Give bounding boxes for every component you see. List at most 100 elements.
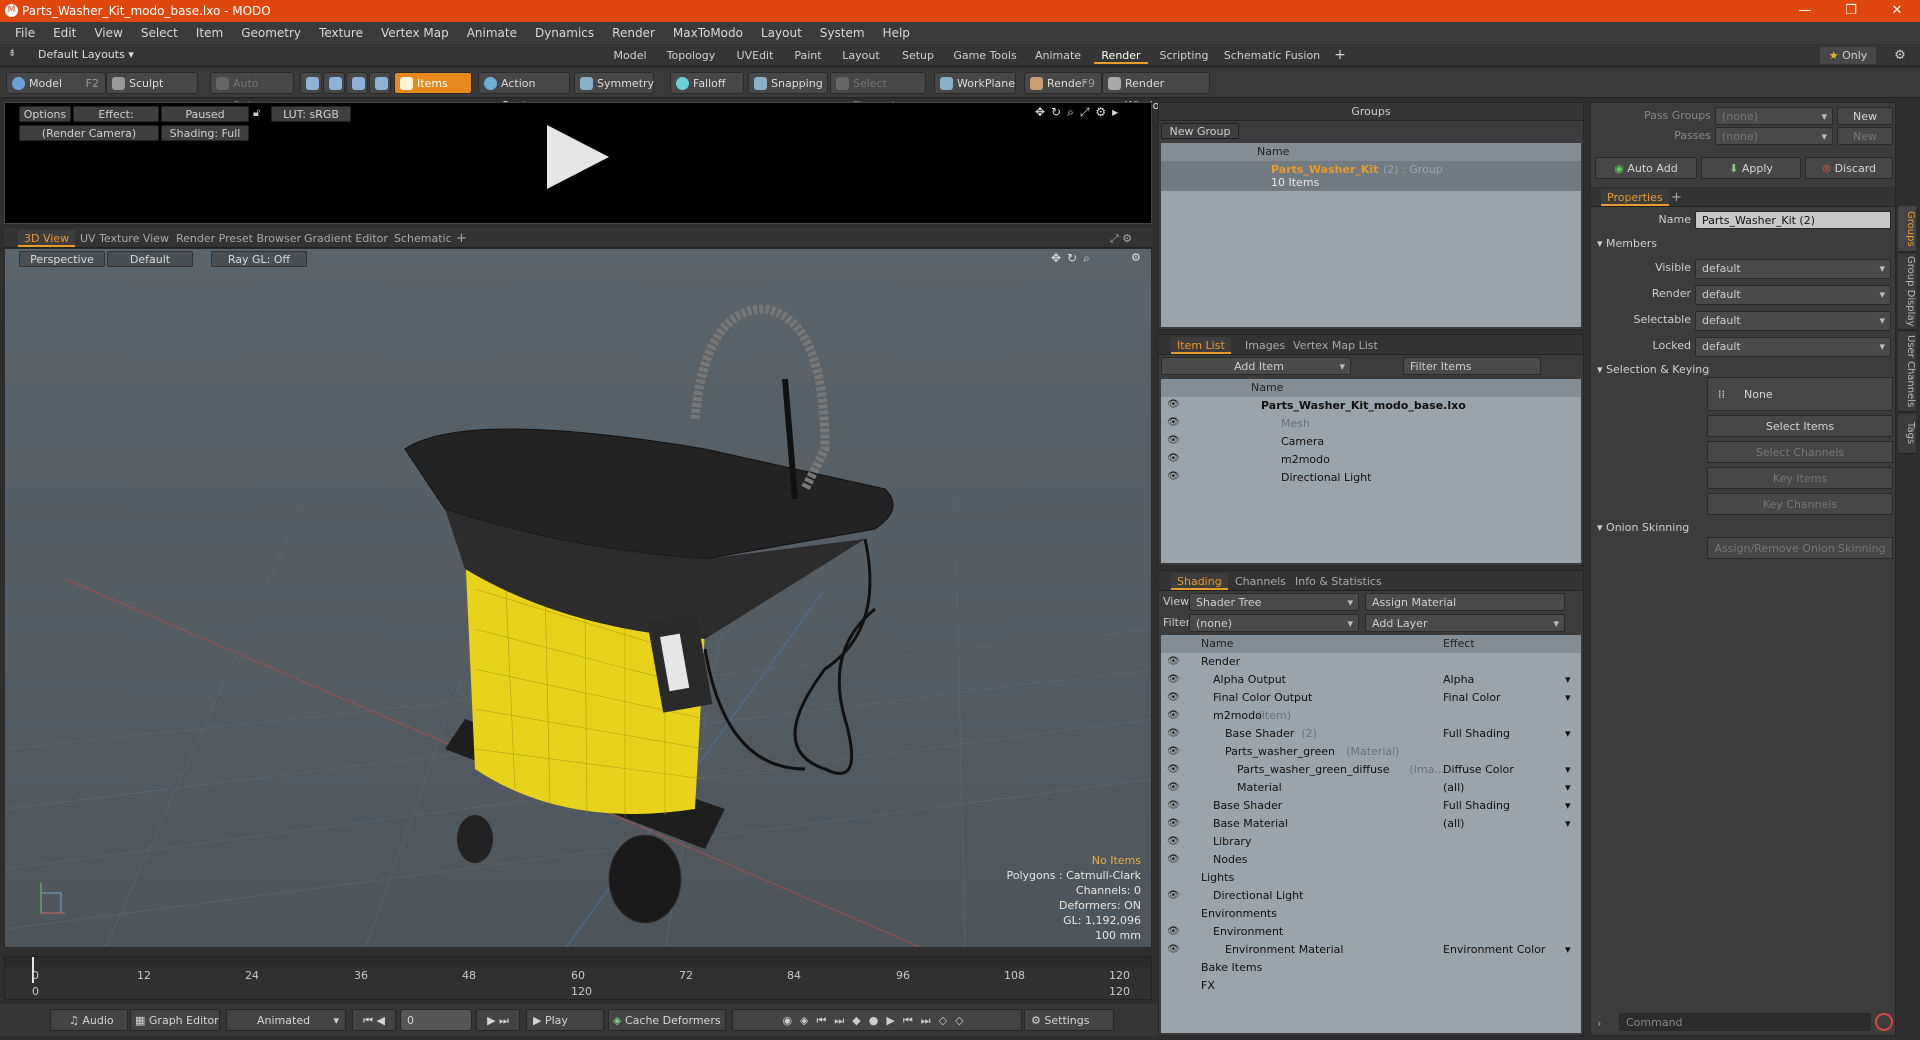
play-render-icon[interactable] [547, 125, 609, 189]
tab-setup[interactable]: Setup [894, 47, 942, 64]
shader-tree-dropdown[interactable]: Shader Tree [1189, 593, 1359, 612]
menu-item[interactable]: Item [187, 26, 232, 40]
filter-dropdown[interactable]: (none) [1189, 614, 1359, 633]
visible-dropdown[interactable]: default [1695, 259, 1891, 279]
material-mode-button[interactable] [369, 72, 391, 94]
shader-tree-row[interactable]: Bake Items [1161, 959, 1581, 977]
chevron-down-icon[interactable]: ▾ [1565, 761, 1571, 779]
chevron-down-icon[interactable]: ▾ [1565, 815, 1571, 833]
visibility-eye-icon[interactable]: 👁︎ [1167, 815, 1180, 833]
tab-gradient-editor[interactable]: Gradient Editor [298, 230, 394, 247]
m2modo-item[interactable]: m2modo [1281, 451, 1330, 469]
tab-animate[interactable]: Animate [1030, 47, 1086, 64]
expand-icon[interactable]: ⤢ ⚙ [1104, 230, 1138, 247]
visibility-eye-icon[interactable]: 👁︎ [1167, 743, 1180, 761]
onion-skinning-section[interactable]: ▾ Onion Skinning [1597, 521, 1689, 534]
shader-effect-dropdown[interactable]: Diffuse Color [1443, 761, 1514, 779]
shader-tree-row[interactable]: 👁︎ Environment Material Environment Color ▾ [1161, 941, 1581, 959]
visibility-eye-icon[interactable]: 👁︎ [1167, 923, 1180, 941]
chevron-down-icon[interactable]: ▾ [1565, 689, 1571, 707]
menu-render[interactable]: Render [603, 26, 664, 40]
add-item-dropdown[interactable]: Add Item [1161, 357, 1351, 376]
paused-button[interactable]: Paused [161, 106, 249, 122]
shader-tree-row[interactable]: 👁︎ Base Material (all) ▾ [1161, 815, 1581, 833]
add-viewport-tab-icon[interactable]: + [450, 230, 473, 247]
action-center-button[interactable]: Action Center [478, 72, 570, 112]
select-through-button[interactable]: Select Through [830, 72, 926, 112]
tab-uvedit[interactable]: UVEdit [730, 47, 780, 64]
visibility-eye-icon[interactable]: 👁︎ [1167, 887, 1180, 905]
visibility-eye-icon[interactable]: 👁︎ [1167, 707, 1180, 725]
new-group-button[interactable]: New Group [1161, 123, 1239, 139]
tab-layout[interactable]: Layout [836, 47, 886, 64]
tab-channels[interactable]: Channels [1229, 573, 1292, 590]
visibility-eye-icon[interactable]: 👁︎ [1167, 851, 1180, 869]
chevron-down-icon[interactable]: ▾ [1565, 725, 1571, 743]
tab-render[interactable]: Render [1094, 47, 1148, 64]
tab-info-statistics[interactable]: Info & Statistics [1289, 573, 1388, 590]
sculpt-button[interactable]: Sculpt [106, 72, 198, 94]
render-camera-dropdown[interactable]: (Render Camera) [19, 125, 159, 141]
apply-button[interactable]: ⬇ Apply [1701, 157, 1801, 179]
menu-edit[interactable]: Edit [44, 26, 85, 40]
shader-tree-row[interactable]: 👁︎ Parts_washer_green_diffuse (Ima... Diffu… [1161, 761, 1581, 779]
shader-effect-dropdown[interactable]: (all) [1443, 779, 1464, 797]
shader-tree[interactable]: Name Effect 👁︎ Render 👁︎ Alpha Output Alpha ▾… [1161, 635, 1581, 1033]
shader-effect-dropdown[interactable]: Full Shading [1443, 797, 1510, 815]
assign-onion-button[interactable]: Assign/Remove Onion Skinning [1707, 537, 1893, 559]
side-tab-group-display[interactable]: Group Display [1898, 254, 1916, 330]
visibility-eye-icon[interactable]: 👁︎ [1167, 417, 1180, 428]
side-tab-user-channels[interactable]: User Channels [1898, 332, 1916, 412]
shader-effect-dropdown[interactable]: (all) [1443, 815, 1464, 833]
render-dropdown[interactable]: default [1695, 285, 1891, 305]
visibility-eye-icon[interactable]: 👁︎ [1167, 689, 1180, 707]
add-tab-icon[interactable]: + [1330, 47, 1350, 64]
animated-dropdown[interactable]: Animated ▾ [226, 1009, 346, 1031]
menu-layout[interactable]: Layout [752, 26, 811, 40]
mesh-item[interactable]: Mesh [1281, 415, 1310, 433]
visibility-eye-icon[interactable]: 👁︎ [1167, 671, 1180, 689]
command-input[interactable]: Command [1619, 1013, 1871, 1031]
vertex-mode-button[interactable] [300, 72, 322, 94]
chevron-down-icon[interactable]: ▾ [1565, 941, 1571, 959]
discard-button[interactable]: ⊗ Discard [1805, 157, 1893, 179]
polygon-mode-button[interactable] [346, 72, 368, 94]
chevron-down-icon[interactable]: ▾ [1565, 797, 1571, 815]
select-channels-button[interactable]: Select Channels [1707, 441, 1893, 463]
key-channels-button[interactable]: Key Channels [1707, 493, 1893, 515]
visibility-eye-icon[interactable]: 👁︎ [1167, 779, 1180, 797]
tab-game-tools[interactable]: Game Tools [950, 47, 1020, 64]
group-row[interactable]: Parts_Washer_Kit (2) : Group 10 Items [1161, 161, 1581, 191]
menu-vertex-map[interactable]: Vertex Map [372, 26, 458, 40]
tab-properties[interactable]: Properties [1601, 189, 1669, 206]
shader-effect-dropdown[interactable]: Alpha [1443, 671, 1474, 689]
visibility-eye-icon[interactable]: 👁︎ [1167, 833, 1180, 851]
side-tab-groups[interactable]: Groups [1898, 206, 1916, 252]
tab-images[interactable]: Images [1239, 337, 1291, 354]
shader-tree-row[interactable]: Environments [1161, 905, 1581, 923]
key-items-button[interactable]: Key Items [1707, 467, 1893, 489]
lock-icon[interactable]: 🔓︎ [253, 106, 260, 120]
settings-button[interactable]: ⚙ Settings [1024, 1009, 1114, 1031]
directional-light-item[interactable]: Directional Light [1281, 469, 1371, 487]
tab-schematic[interactable]: Schematic [388, 230, 458, 247]
menu-dynamics[interactable]: Dynamics [526, 26, 603, 40]
add-layer-dropdown[interactable]: Add Layer [1365, 614, 1565, 633]
visibility-eye-icon[interactable]: 👁︎ [1167, 941, 1180, 959]
falloff-button[interactable]: Falloff [670, 72, 744, 94]
key-tools[interactable]: ◉◈⏮⏭◆●▶⏮⏭◇◇ [732, 1009, 1022, 1031]
menu-system[interactable]: System [811, 26, 874, 40]
visibility-eye-icon[interactable]: 👁︎ [1167, 653, 1180, 671]
render-button[interactable]: Render F9 [1024, 72, 1102, 94]
shader-tree-row[interactable]: Lights [1161, 869, 1581, 887]
options-button[interactable]: Options [19, 106, 71, 122]
skip-start-button[interactable]: ⏮ ◀ [352, 1009, 396, 1031]
none-button[interactable]: ⁞⁞ None [1707, 377, 1893, 411]
shader-effect-dropdown[interactable]: Final Color [1443, 689, 1501, 707]
shader-tree-row[interactable]: 👁︎ Library [1161, 833, 1581, 851]
pass-groups-dropdown[interactable]: (none) [1715, 107, 1833, 126]
shading-dropdown[interactable]: Shading: Full [161, 125, 249, 141]
menu-maxtomodo[interactable]: MaxToModo [664, 26, 752, 40]
shader-tree-row[interactable]: 👁︎ Final Color Output Final Color ▾ [1161, 689, 1581, 707]
visibility-eye-icon[interactable]: 👁︎ [1167, 761, 1180, 779]
